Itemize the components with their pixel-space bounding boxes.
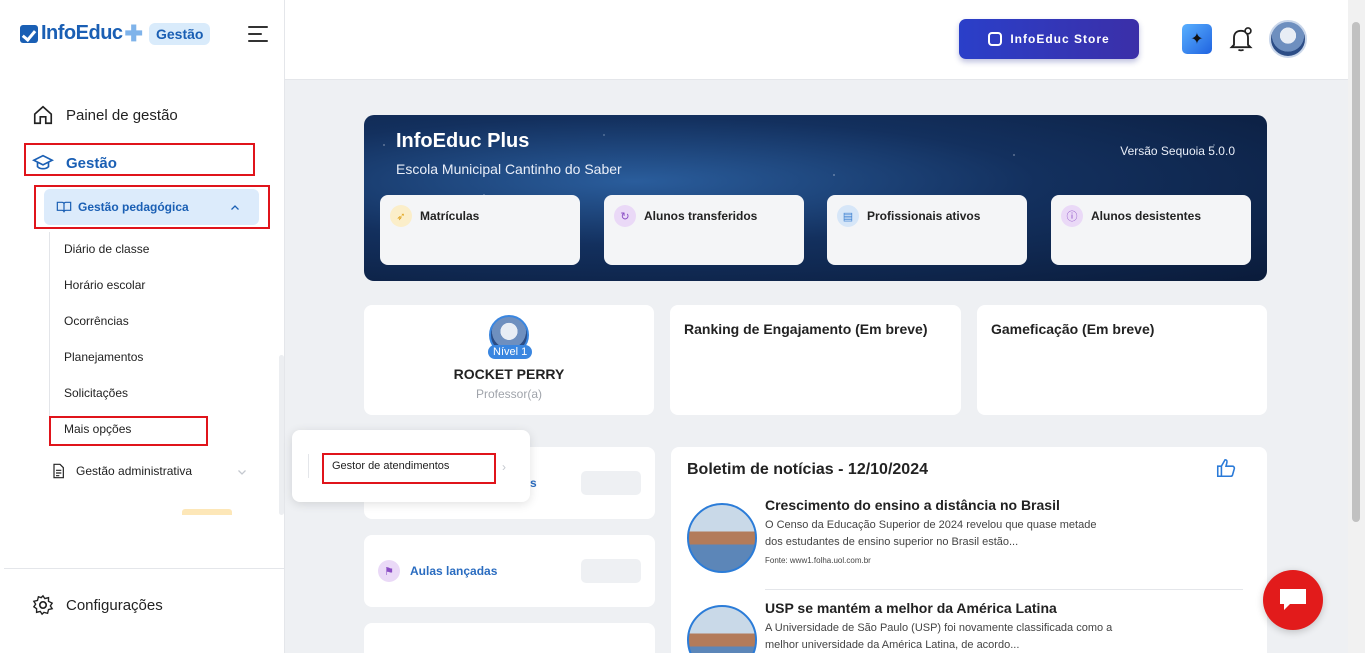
chat-icon [1280,589,1306,610]
gamificacao-card: Gameficação (Em breve) [977,305,1267,415]
news-headline[interactable]: Crescimento do ensino a distância no Bra… [765,497,1060,513]
metric-value-placeholder [581,471,641,495]
badge-icon: ▤ [837,205,859,227]
gear-icon [32,594,54,616]
news-headline[interactable]: USP se mantém a melhor da América Latina [765,600,1057,616]
divider [765,589,1243,590]
level-badge: Nível 1 [488,345,533,359]
profile-card: Nível 1 ROCKET PERRY Professor(a) [364,305,654,415]
card-title: Gameficação (Em breve) [991,321,1155,337]
nav-configuracoes[interactable]: Configurações [32,594,163,616]
sub-item-planejamentos[interactable]: Planejamentos [64,350,143,364]
nav-painel-gestao[interactable]: Painel de gestão [32,104,178,126]
news-title: Boletim de notícias - 12/10/2024 [687,461,928,478]
news-body-line: O Censo da Educação Superior de 2024 rev… [765,519,1097,531]
metric-label: s [530,476,537,490]
stat-card-transferidos[interactable]: ↻ Alunos transferidos [604,195,804,265]
scrollbar-thumb[interactable] [1352,22,1360,522]
page-scrollbar[interactable] [1348,0,1365,653]
chat-button[interactable] [1263,570,1323,630]
flag-icon: ⚑ [378,560,400,582]
bell-icon[interactable] [1227,25,1255,53]
highlight-box [322,453,496,484]
profile-role: Professor(a) [475,387,543,401]
card-title: Ranking de Engajamento (Em breve) [684,321,928,337]
logo-text: InfoEduc [41,22,123,44]
sidebar: InfoEduc ✚ Gestão Painel de gestão Gestã… [0,0,285,653]
chevron-down-icon [238,470,246,475]
avatar[interactable] [1269,20,1307,58]
store-icon [988,32,1003,46]
ranking-card: Ranking de Engajamento (Em breve) [670,305,961,415]
sub-item-horario[interactable]: Horário escolar [64,278,145,292]
document-icon [53,463,64,479]
news-card: Boletim de notícias - 12/10/2024 Crescim… [671,447,1267,653]
news-source: Fonte: www1.folha.uol.com.br [765,556,871,565]
store-button[interactable]: InfoEduc Store [959,19,1139,59]
highlight-box [34,185,270,229]
metric-label: Aulas lançadas [410,564,498,578]
chevron-right-icon: › [502,460,506,474]
sub-item-solicitacoes[interactable]: Solicitações [64,386,128,400]
sub-item-diario[interactable]: Diário de classe [64,242,149,256]
highlight-box [24,143,255,176]
metric-value-placeholder [581,559,641,583]
info-icon: ⓘ [1061,205,1083,227]
news-body-line: dos estudantes de ensino superior no Bra… [765,536,1019,548]
news-body: O Censo da Educação Superior de 2024 rev… [765,517,1125,551]
home-icon [33,105,53,125]
store-label: InfoEduc Store [1010,32,1110,46]
stat-card-profissionais[interactable]: ▤ Profissionais ativos [827,195,1027,265]
news-image[interactable] [687,503,757,573]
stat-label: Matrículas [420,209,480,223]
stat-label: Profissionais ativos [867,209,981,223]
refresh-icon: ↻ [614,205,636,227]
aulas-card[interactable]: ⚑ Aulas lançadas [364,535,655,607]
nav-label: Configurações [66,596,163,614]
metric-card[interactable] [364,623,655,653]
submenu-line [49,232,50,442]
sub-item-ocorrencias[interactable]: Ocorrências [64,314,129,328]
thumbs-up-icon[interactable] [1215,457,1237,479]
dashboard-banner: InfoEduc Plus Escola Municipal Cantinho … [364,115,1267,281]
app-logo[interactable]: InfoEduc ✚ Gestão [20,20,211,46]
school-name: Escola Municipal Cantinho do Saber [396,161,622,177]
banner-title: InfoEduc Plus [396,130,530,152]
stat-card-desistentes[interactable]: ⓘ Alunos desistentes [1051,195,1251,265]
rocket-icon: ➶ [390,205,412,227]
nav-label: Gestão administrativa [76,464,193,478]
stat-label: Alunos transferidos [644,209,758,223]
badge-partial [182,509,232,515]
top-header: InfoEduc Store ✦ [285,0,1348,80]
menu-icon[interactable] [248,26,268,42]
sidebar-scrollbar[interactable] [279,355,284,515]
stat-label: Alunos desistentes [1091,209,1202,223]
highlight-box [49,416,208,446]
nav-gestao-administrativa[interactable]: Gestão administrativa [50,463,192,479]
popup-line [308,454,309,478]
news-body: A Universidade de São Paulo (USP) foi no… [765,620,1145,653]
news-body-line: A Universidade de São Paulo (USP) foi no… [765,622,1113,634]
divider [4,568,285,569]
news-body-line: melhor universidade da América Latina, d… [765,639,1020,651]
stat-card-matriculas[interactable]: ➶ Matrículas [380,195,580,265]
logo-plus-icon: ✚ [124,20,143,46]
news-image[interactable] [687,605,757,653]
profile-name: ROCKET PERRY [453,366,565,382]
version-label: Versão Sequoia 5.0.0 [1120,144,1235,158]
nav-label: Painel de gestão [66,106,178,124]
logo-check-icon [20,24,38,43]
module-badge: Gestão [148,22,211,45]
sparkle-icon[interactable]: ✦ [1182,24,1212,54]
